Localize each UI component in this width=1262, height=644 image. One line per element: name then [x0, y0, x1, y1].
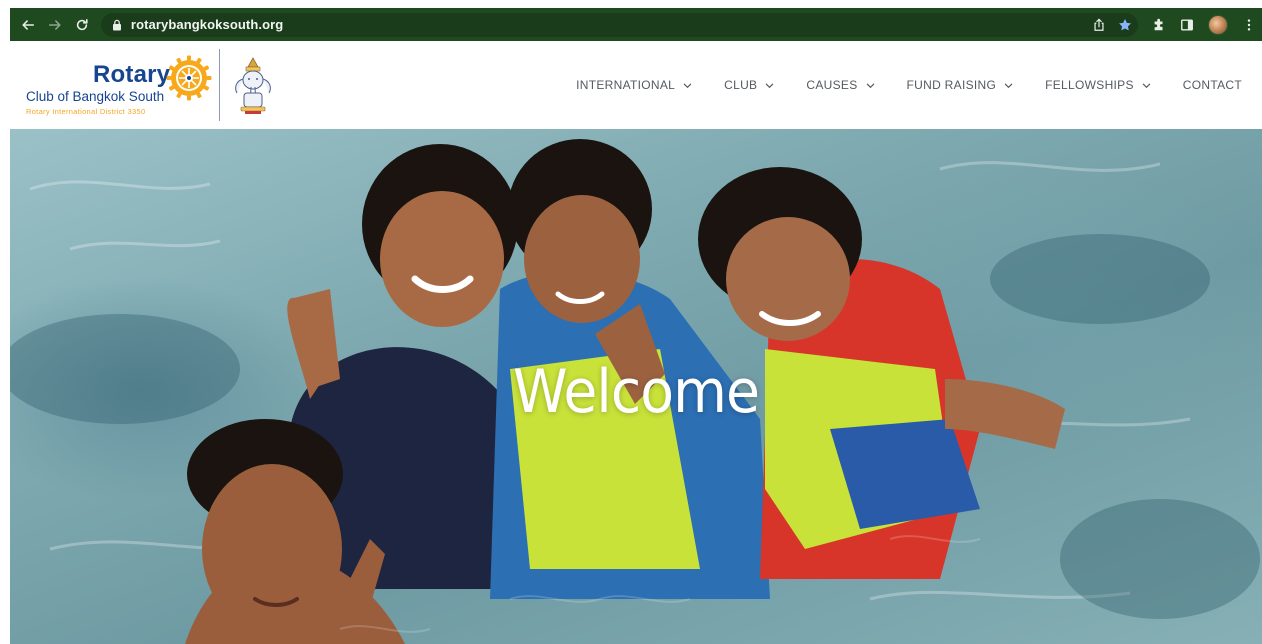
side-panel-icon[interactable] [1180, 18, 1194, 32]
browser-toolbar: rotarybangkoksouth.org [10, 8, 1262, 41]
nav-item-label[interactable]: FELLOWSHIPS [1045, 78, 1134, 92]
nav-item-label[interactable]: FUND RAISING [907, 78, 997, 92]
nav-item-international[interactable]: INTERNATIONAL [576, 78, 692, 92]
nav-item-contact[interactable]: CONTACT [1183, 78, 1242, 92]
nav-item-club[interactable]: CLUB [724, 78, 774, 92]
reload-icon[interactable] [72, 14, 93, 36]
kebab-menu-icon[interactable] [1242, 18, 1256, 32]
forward-arrow-icon[interactable] [45, 14, 66, 36]
main-nav: INTERNATIONAL CLUB CAUSES FUND RAISING F… [544, 41, 1262, 129]
chevron-down-icon[interactable] [1004, 81, 1013, 90]
nav-item-label[interactable]: CLUB [724, 78, 757, 92]
profile-avatar[interactable] [1208, 14, 1229, 35]
nav-item-causes[interactable]: CAUSES [806, 78, 874, 92]
hero-banner: Welcome [10, 129, 1262, 644]
logo-divider [219, 49, 220, 121]
url-text[interactable]: rotarybangkoksouth.org [131, 17, 283, 32]
logo-district: Rotary International District 3350 [26, 107, 146, 116]
chevron-down-icon[interactable] [765, 81, 774, 90]
lock-icon[interactable] [111, 19, 123, 31]
logo-club-name: Club of Bangkok South [26, 89, 165, 104]
nav-item-label[interactable]: INTERNATIONAL [576, 78, 675, 92]
address-bar[interactable]: rotarybangkoksouth.org [100, 12, 1139, 37]
nav-item-label[interactable]: CAUSES [806, 78, 857, 92]
site-header: Rotary Club of Bangkok South Rotary Inte… [10, 41, 1262, 129]
site-logo[interactable]: Rotary Club of Bangkok South Rotary Inte… [10, 41, 271, 129]
share-icon[interactable] [1092, 17, 1106, 32]
nav-item-fellowships[interactable]: FELLOWSHIPS [1045, 78, 1151, 92]
star-icon[interactable] [1118, 18, 1132, 32]
chevron-down-icon[interactable] [1142, 81, 1151, 90]
hero-title: Welcome [512, 357, 760, 427]
nav-item-label[interactable]: CONTACT [1183, 78, 1242, 92]
logo-brand-text: Rotary [93, 61, 171, 88]
chevron-down-icon[interactable] [866, 81, 875, 90]
chevron-down-icon[interactable] [683, 81, 692, 90]
rotary-wheel-icon [166, 55, 212, 101]
back-arrow-icon[interactable] [18, 14, 39, 36]
nav-item-fund-raising[interactable]: FUND RAISING [907, 78, 1014, 92]
puzzle-icon[interactable] [1152, 18, 1166, 32]
elephant-emblem-icon [235, 57, 271, 114]
